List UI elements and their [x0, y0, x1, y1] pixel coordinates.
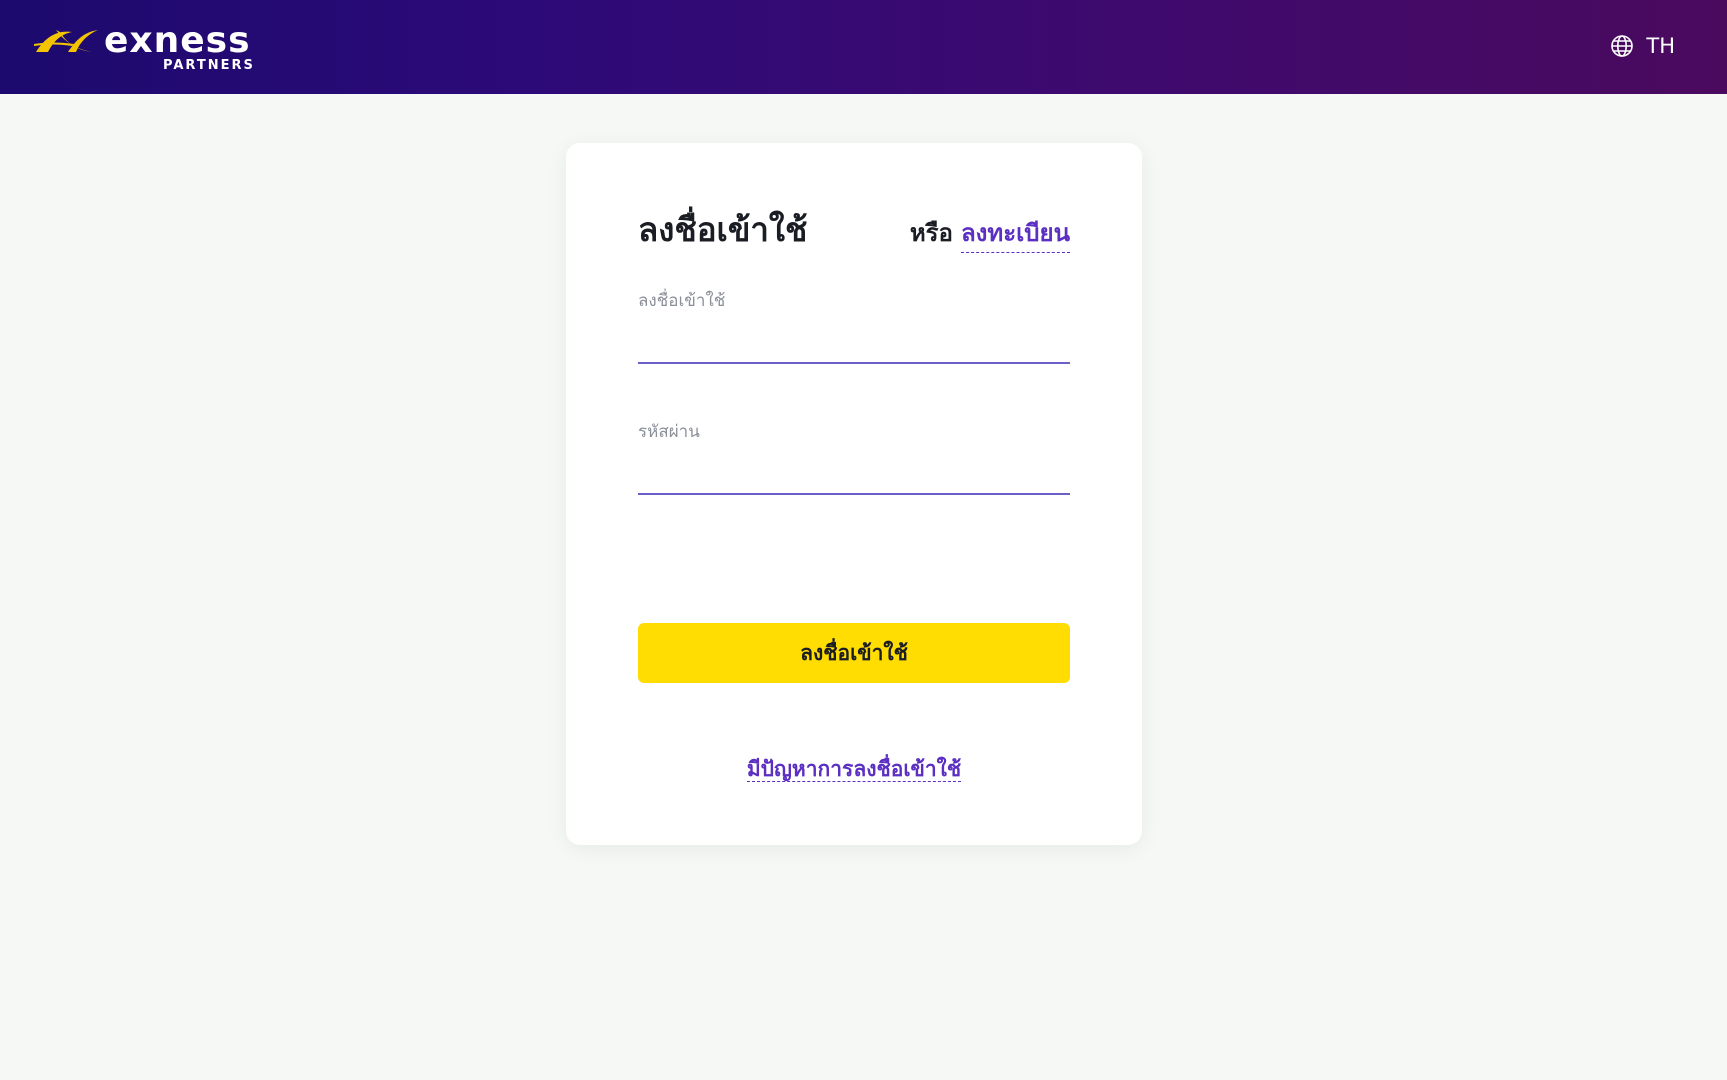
trouble-link[interactable]: มีปัญหาการลงชื่อเข้าใช้	[746, 757, 962, 782]
exness-partners-logo[interactable]: exness PARTNERS	[32, 22, 262, 74]
language-label: TH	[1646, 34, 1675, 58]
register-prompt: หรือ ลงทะเบียน	[910, 213, 1070, 253]
username-label: ลงชื่อเข้าใช้	[638, 291, 726, 311]
or-text: หรือ	[909, 219, 953, 247]
register-link[interactable]: ลงทะเบียน	[960, 213, 1070, 253]
top-header: exness PARTNERS TH	[0, 0, 1727, 94]
password-field: รหัสผ่าน	[638, 418, 1070, 495]
username-input[interactable]	[638, 328, 1070, 364]
logo-brand-text: exness	[104, 20, 251, 61]
logo-sub-text: PARTNERS	[163, 58, 255, 73]
trouble-signing-in: มีปัญหาการลงชื่อเข้าใช้	[566, 753, 1142, 786]
login-button[interactable]: ลงชื่อเข้าใช้	[638, 623, 1070, 683]
login-card: ลงชื่อเข้าใช้ หรือ ลงทะเบียน ลงชื่อเข้าใ…	[566, 143, 1142, 845]
language-selector[interactable]: TH	[1610, 32, 1675, 60]
exness-logo-icon	[34, 30, 98, 52]
page-title: ลงชื่อเข้าใช้	[638, 210, 808, 249]
password-input[interactable]	[638, 459, 1070, 495]
password-label: รหัสผ่าน	[638, 422, 700, 442]
globe-icon	[1611, 35, 1634, 57]
username-field: ลงชื่อเข้าใช้	[638, 287, 1070, 364]
